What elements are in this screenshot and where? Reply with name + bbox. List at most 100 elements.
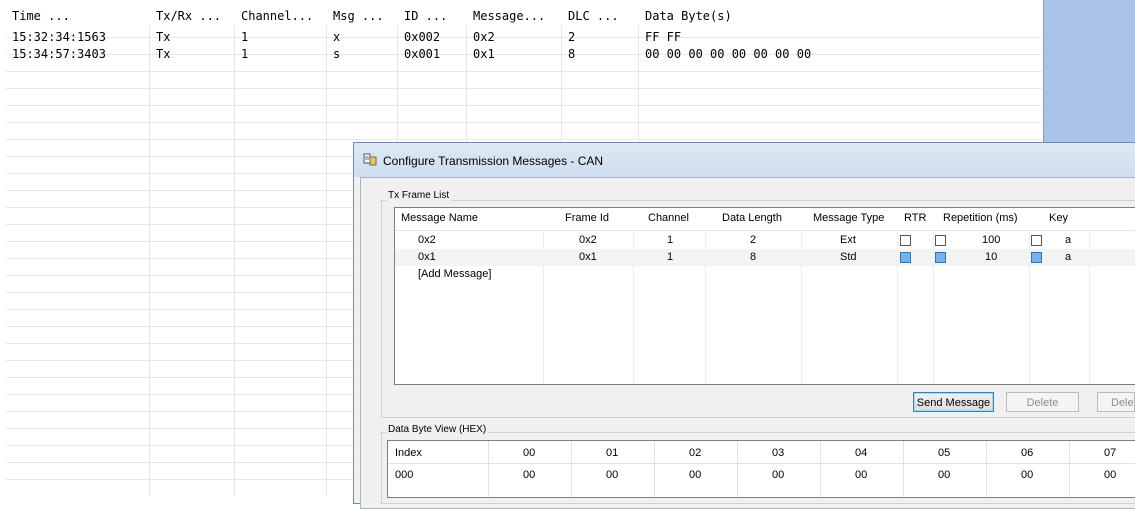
column-separator	[488, 441, 489, 497]
message-name-cell: 0x1	[418, 251, 436, 263]
column-header-channel[interactable]: Channel	[648, 212, 689, 224]
data-length-cell: 2	[750, 234, 757, 246]
trace-cell-message: 0x2	[473, 30, 495, 44]
column-header-message[interactable]: Message...	[473, 9, 565, 23]
tx-frame-list-label: Tx Frame List	[386, 190, 452, 201]
column-header-time[interactable]: Time ...	[12, 9, 146, 23]
hex-byte-value[interactable]: 00	[1104, 469, 1116, 481]
trace-cell-msg: x	[333, 30, 341, 44]
column-header-key[interactable]: Key	[1049, 212, 1068, 224]
column-separator	[571, 441, 572, 497]
add-message-row[interactable]: [Add Message]	[395, 266, 1135, 283]
trace-cell-id: 0x002	[404, 30, 441, 44]
column-header-msg[interactable]: Msg ...	[333, 9, 401, 23]
dialog-title: Configure Transmission Messages - CAN	[383, 154, 604, 168]
trace-cell-txrx: Tx	[156, 47, 171, 61]
hex-header-byte: 07	[1104, 447, 1117, 459]
column-header-channel[interactable]: Channel...	[241, 9, 331, 23]
column-header-rtr[interactable]: RTR	[904, 212, 926, 224]
hex-byte-value[interactable]: 00	[606, 469, 618, 481]
repetition-enable-checkbox[interactable]	[935, 235, 946, 246]
trace-cell-time: 15:34:57:3403	[12, 47, 106, 61]
key-enable-checkbox[interactable]	[1031, 235, 1042, 246]
hex-header-byte: 04	[855, 447, 868, 459]
column-separator	[820, 441, 821, 497]
message-type-cell: Std	[840, 251, 857, 263]
tx-frame-list[interactable]: Message Name Frame Id Channel Data Lengt…	[394, 207, 1135, 385]
repetition-cell: 10	[985, 251, 998, 263]
column-separator	[234, 7, 235, 496]
column-header-dlc[interactable]: DLC ...	[568, 9, 642, 23]
message-name-cell: 0x2	[418, 234, 436, 246]
trace-header: Time ... Tx/Rx ... Channel... Msg ... ID…	[6, 7, 1042, 26]
hex-header-byte: 05	[938, 447, 951, 459]
column-separator	[654, 441, 655, 497]
hex-byte-value[interactable]: 00	[938, 469, 950, 481]
column-header-txrx[interactable]: Tx/Rx ...	[156, 9, 238, 23]
trace-cell-channel: 1	[241, 30, 249, 44]
hex-header-index: Index	[395, 447, 422, 459]
trace-row[interactable]: 15:32:34:1563 Tx 1 x 0x002 0x2 2 FF FF	[6, 30, 1042, 47]
key-cell: a	[1065, 251, 1072, 263]
frame-id-cell: 0x2	[579, 234, 597, 246]
column-separator	[737, 441, 738, 497]
repetition-enable-checkbox[interactable]	[935, 252, 946, 263]
key-enable-checkbox[interactable]	[1031, 252, 1042, 263]
trace-cell-channel: 1	[241, 47, 249, 61]
column-separator	[149, 7, 150, 496]
column-header-id[interactable]: ID ...	[404, 9, 470, 23]
column-separator	[986, 441, 987, 497]
column-separator	[326, 7, 327, 496]
trace-cell-txrx: Tx	[156, 30, 171, 44]
hex-byte-value[interactable]: 00	[772, 469, 784, 481]
trace-row[interactable]: 15:34:57:3403 Tx 1 s 0x001 0x1 8 00 00 0…	[6, 47, 1042, 64]
list-item[interactable]: 0x2 0x2 1 2 Ext 100 a	[395, 232, 1135, 249]
app-icon	[363, 153, 377, 166]
trace-cell-data-bytes: FF FF	[645, 30, 682, 44]
repetition-cell: 100	[982, 234, 1001, 246]
hex-header-byte: 02	[689, 447, 702, 459]
delete-button[interactable]: Delete	[1006, 392, 1079, 412]
rtr-checkbox[interactable]	[900, 235, 911, 246]
list-item[interactable]: 0x1 0x1 1 8 Std 10 a	[395, 249, 1135, 266]
send-message-button[interactable]: Send Message	[913, 392, 994, 412]
trace-cell-msg: s	[333, 47, 341, 61]
data-byte-view-label: Data Byte View (HEX)	[386, 424, 489, 435]
column-header-repetition[interactable]: Repetition (ms)	[943, 212, 1018, 224]
channel-cell: 1	[667, 251, 674, 263]
frame-id-cell: 0x1	[579, 251, 597, 263]
hex-byte-value[interactable]: 00	[523, 469, 535, 481]
column-header-frame-id[interactable]: Frame Id	[565, 212, 609, 224]
column-separator	[1069, 441, 1070, 497]
add-message-label[interactable]: [Add Message]	[418, 268, 491, 280]
delete-all-button[interactable]: Delet	[1097, 392, 1135, 412]
tx-frame-list-header: Message Name Frame Id Channel Data Lengt…	[395, 208, 1135, 231]
data-length-cell: 8	[750, 251, 757, 263]
trace-cell-time: 15:32:34:1563	[12, 30, 106, 44]
trace-cell-message: 0x1	[473, 47, 495, 61]
column-header-message-type[interactable]: Message Type	[813, 212, 884, 224]
trace-cell-id: 0x001	[404, 47, 441, 61]
hex-byte-value[interactable]: 00	[689, 469, 701, 481]
column-header-data-bytes[interactable]: Data Byte(s)	[645, 9, 845, 23]
column-header-data-length[interactable]: Data Length	[722, 212, 782, 224]
hex-byte-value[interactable]: 00	[1021, 469, 1033, 481]
data-byte-grid[interactable]: Index 00 01 02 03 04 05 06 07 000 00 00 …	[387, 440, 1135, 498]
channel-cell: 1	[667, 234, 674, 246]
hex-header-byte: 03	[772, 447, 785, 459]
rtr-checkbox[interactable]	[900, 252, 911, 263]
trace-cell-dlc: 8	[568, 47, 576, 61]
key-cell: a	[1065, 234, 1072, 246]
dialog-title-bar[interactable]: Configure Transmission Messages - CAN	[354, 143, 1135, 177]
trace-cell-data-bytes: 00 00 00 00 00 00 00 00	[645, 47, 812, 61]
trace-cell-dlc: 2	[568, 30, 576, 44]
column-separator	[903, 441, 904, 497]
row-separator	[388, 463, 1135, 464]
message-type-cell: Ext	[840, 234, 856, 246]
hex-header-byte: 01	[606, 447, 619, 459]
hex-row-index: 000	[395, 469, 414, 481]
column-header-message-name[interactable]: Message Name	[401, 212, 478, 224]
hex-byte-value[interactable]: 00	[855, 469, 867, 481]
hex-header-byte: 06	[1021, 447, 1034, 459]
hex-header-byte: 00	[523, 447, 536, 459]
